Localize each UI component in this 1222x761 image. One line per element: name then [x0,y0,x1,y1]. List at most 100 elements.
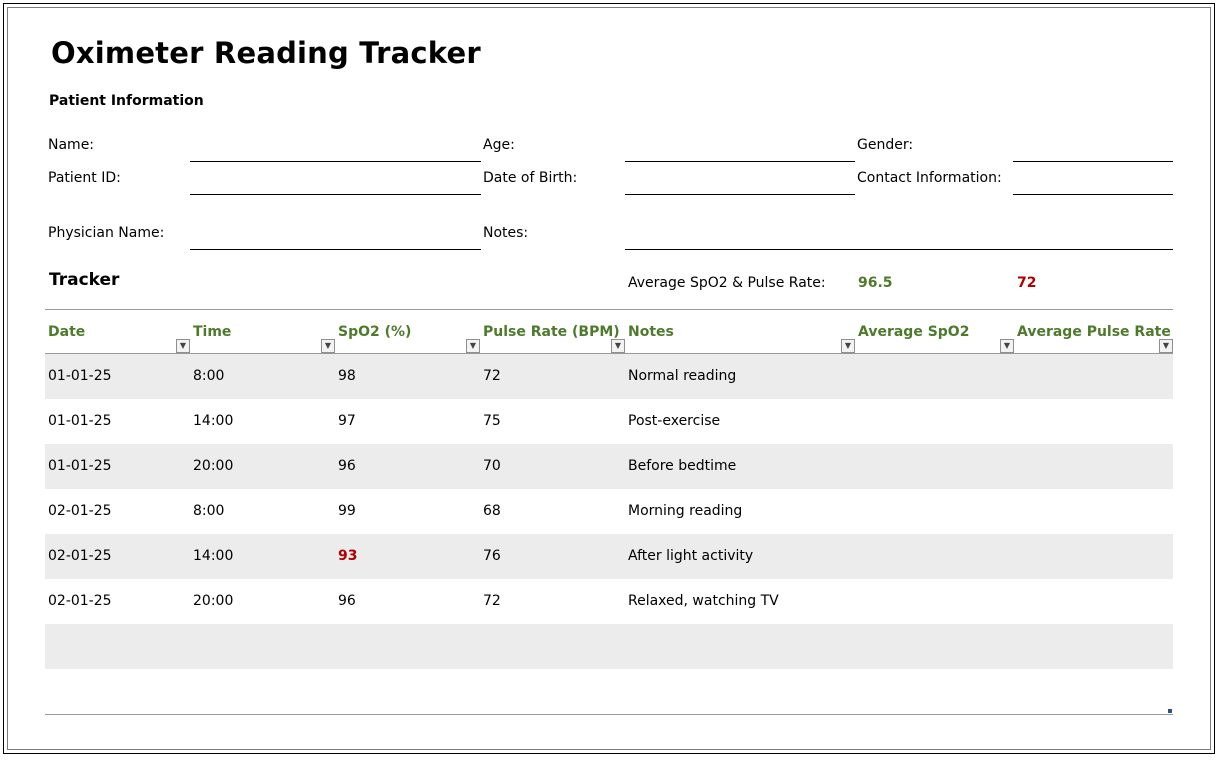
cell-date[interactable] [45,624,190,669]
cell-time[interactable]: 14:00 [190,399,335,444]
cell-spo2[interactable]: 98 [335,354,480,399]
notes-label: Notes: [483,225,529,241]
dropdown-arrow-icon[interactable]: ▼ [611,339,625,353]
cell-average-pulse-rate[interactable] [1014,624,1173,669]
cell-average-pulse-rate[interactable] [1014,534,1173,579]
cell-time[interactable]: 20:00 [190,444,335,489]
dropdown-arrow-icon[interactable]: ▼ [1000,339,1014,353]
table-row [45,669,1173,714]
tracker-heading: Tracker [49,270,120,290]
contact-information-field[interactable] [1015,173,1171,191]
cell-spo2[interactable]: 99 [335,489,480,534]
cell-spo2-low-alert[interactable]: 93 [335,534,480,579]
column-header-label: Pulse Rate (BPM) [483,324,620,340]
notes-field[interactable] [627,228,1171,246]
cell-average-spo2[interactable] [855,399,1014,444]
column-header-time[interactable]: Time ▼ [190,310,335,354]
table-row: 01-01-25 8:00 98 72 Normal reading [45,354,1173,399]
cell-spo2[interactable]: 96 [335,444,480,489]
cell-pulse-rate[interactable]: 72 [480,354,625,399]
cell-pulse-rate[interactable]: 68 [480,489,625,534]
column-header-notes[interactable]: Notes ▼ [625,310,855,354]
patient-id-field-underline [190,194,481,195]
cell-date[interactable]: 02-01-25 [45,534,190,579]
notes-field-underline [625,249,1173,250]
cell-pulse-rate[interactable] [480,624,625,669]
dropdown-arrow-icon[interactable]: ▼ [1159,339,1173,353]
cell-date[interactable] [45,669,190,714]
table-header-row: Date ▼ Time ▼ SpO2 (%) ▼ Pulse Rate (BPM… [45,309,1173,354]
name-field[interactable] [192,140,478,158]
cell-time[interactable] [190,624,335,669]
cell-pulse-rate[interactable] [480,669,625,714]
date-of-birth-field[interactable] [627,173,853,191]
cell-time[interactable]: 8:00 [190,489,335,534]
cell-average-spo2[interactable] [855,489,1014,534]
column-header-average-pulse-rate[interactable]: Average Pulse Rate ▼ [1014,310,1173,354]
cell-spo2[interactable]: 97 [335,399,480,444]
table-resize-handle[interactable] [1168,709,1172,713]
cell-date[interactable]: 01-01-25 [45,444,190,489]
cell-average-pulse-rate[interactable] [1014,489,1173,534]
cell-notes[interactable] [625,624,855,669]
physician-name-field[interactable] [192,228,478,246]
cell-notes[interactable]: Morning reading [625,489,855,534]
column-header-date[interactable]: Date ▼ [45,310,190,354]
cell-average-pulse-rate[interactable] [1014,669,1173,714]
dropdown-arrow-icon[interactable]: ▼ [841,339,855,353]
gender-field[interactable] [1015,140,1171,158]
cell-pulse-rate[interactable]: 72 [480,579,625,624]
cell-spo2[interactable]: 96 [335,579,480,624]
gender-label: Gender: [857,137,914,153]
cell-notes[interactable]: Post-exercise [625,399,855,444]
cell-average-pulse-rate[interactable] [1014,399,1173,444]
cell-spo2[interactable] [335,669,480,714]
cell-average-spo2[interactable] [855,669,1014,714]
cell-pulse-rate[interactable]: 75 [480,399,625,444]
cell-average-spo2[interactable] [855,354,1014,399]
readings-table: Date ▼ Time ▼ SpO2 (%) ▼ Pulse Rate (BPM… [45,309,1173,714]
cell-pulse-rate[interactable]: 70 [480,444,625,489]
average-summary-label: Average SpO2 & Pulse Rate: [628,275,826,291]
cell-time[interactable]: 20:00 [190,579,335,624]
patient-id-label: Patient ID: [48,170,121,186]
patient-id-field[interactable] [192,173,478,191]
physician-name-field-underline [190,249,481,250]
cell-date[interactable]: 02-01-25 [45,489,190,534]
cell-notes[interactable] [625,669,855,714]
column-header-label: Notes [628,324,674,340]
cell-time[interactable]: 14:00 [190,534,335,579]
cell-date[interactable]: 01-01-25 [45,399,190,444]
cell-time[interactable]: 8:00 [190,354,335,399]
cell-pulse-rate[interactable]: 76 [480,534,625,579]
table-row: 01-01-25 14:00 97 75 Post-exercise [45,399,1173,444]
gender-field-underline [1013,161,1173,162]
cell-average-pulse-rate[interactable] [1014,579,1173,624]
cell-average-pulse-rate[interactable] [1014,354,1173,399]
page-title: Oximeter Reading Tracker [51,36,481,70]
column-header-pulse-rate[interactable]: Pulse Rate (BPM) ▼ [480,310,625,354]
cell-time[interactable] [190,669,335,714]
column-header-label: Average Pulse Rate [1017,324,1171,340]
column-header-label: Date [48,324,86,340]
age-field[interactable] [627,140,853,158]
table-row: 01-01-25 20:00 96 70 Before bedtime [45,444,1173,489]
cell-notes[interactable]: Normal reading [625,354,855,399]
dropdown-arrow-icon[interactable]: ▼ [466,339,480,353]
column-header-average-spo2[interactable]: Average SpO2 ▼ [855,310,1014,354]
cell-average-spo2[interactable] [855,444,1014,489]
cell-date[interactable]: 02-01-25 [45,579,190,624]
cell-average-spo2[interactable] [855,579,1014,624]
cell-average-spo2[interactable] [855,624,1014,669]
cell-spo2[interactable] [335,624,480,669]
cell-date[interactable]: 01-01-25 [45,354,190,399]
cell-average-spo2[interactable] [855,534,1014,579]
contact-information-field-underline [1013,194,1173,195]
cell-average-pulse-rate[interactable] [1014,444,1173,489]
cell-notes[interactable]: Before bedtime [625,444,855,489]
dropdown-arrow-icon[interactable]: ▼ [321,339,335,353]
cell-notes[interactable]: Relaxed, watching TV [625,579,855,624]
cell-notes[interactable]: After light activity [625,534,855,579]
column-header-spo2[interactable]: SpO2 (%) ▼ [335,310,480,354]
dropdown-arrow-icon[interactable]: ▼ [176,339,190,353]
